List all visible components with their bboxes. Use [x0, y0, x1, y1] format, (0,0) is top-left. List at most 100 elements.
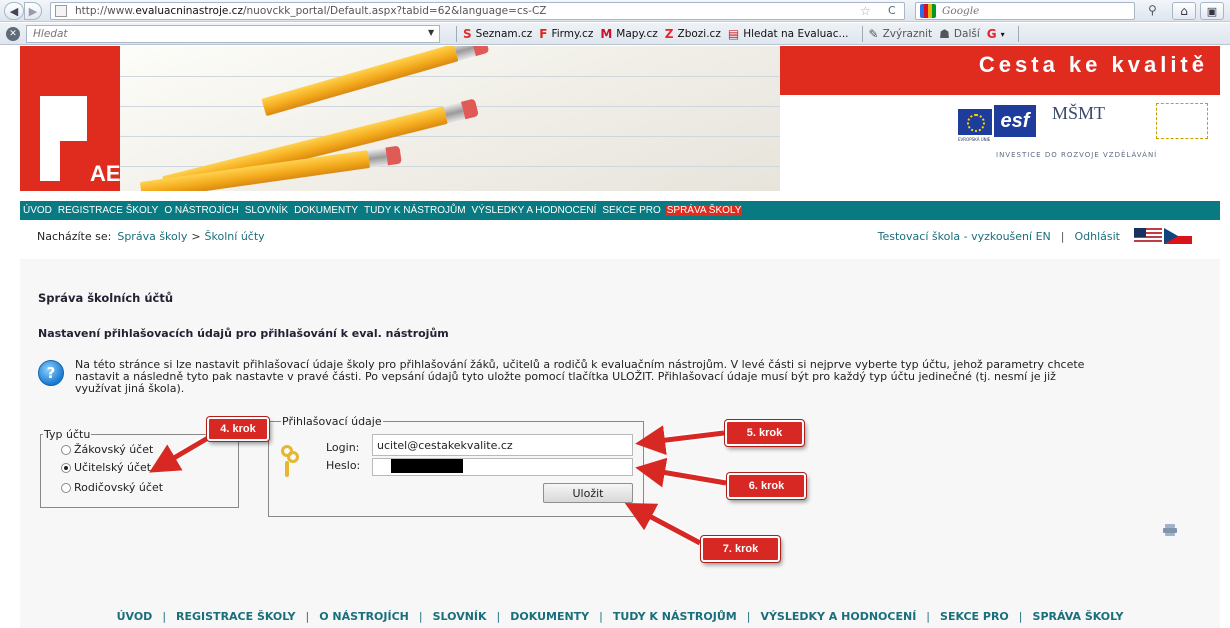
radio-label: Žákovský účet	[74, 443, 154, 456]
footer-link-o-nastrojich[interactable]: O NÁSTROJÍCH	[319, 610, 409, 623]
save-button[interactable]: Uložit	[543, 483, 633, 503]
footer-separator: |	[746, 609, 751, 623]
zbozi-icon: Z	[664, 27, 674, 41]
footer-separator: |	[162, 609, 167, 623]
logo-text: AE	[90, 161, 121, 186]
logo-shape	[40, 96, 87, 141]
login-input[interactable]	[372, 434, 633, 456]
annotation-step6: 6. krok	[727, 473, 806, 499]
print-icon[interactable]	[1163, 524, 1177, 536]
site-logo[interactable]: AE	[20, 46, 121, 191]
footer-separator: |	[305, 609, 310, 623]
toolbar-link-label: Seznam.cz	[475, 28, 533, 40]
footer-separator: |	[599, 609, 603, 623]
toolbar-tool-zvyraznit[interactable]: ✎ Zvýraznit	[869, 27, 933, 41]
menu-item-slovnik[interactable]: SLOVNÍK	[244, 205, 289, 216]
home-icon: ⌂	[1180, 4, 1188, 18]
url-text: http://www.evaluacninastroje.cz/nuovckk_…	[75, 5, 547, 17]
footer-link-dokumenty[interactable]: DOKUMENTY	[510, 610, 589, 623]
menu-item-vysledky[interactable]: VÝSLEDKY A HODNOCENÍ	[471, 205, 598, 216]
site-header: AE Cesta ke kvalitě esf MŠMT EVROPSKÁ UN…	[20, 46, 1220, 201]
menu-item-registrace[interactable]: REGISTRACE ŠKOLY	[57, 205, 159, 216]
breadcrumb-separator: >	[191, 229, 201, 243]
toolbar-link-seznam[interactable]: S Seznam.cz	[463, 27, 532, 41]
toolbar-link-label: Mapy.cz	[616, 28, 658, 40]
msmt-logo: MŠMT	[1052, 103, 1106, 123]
footer-link-registrace[interactable]: REGISTRACE ŠKOLY	[176, 610, 296, 623]
radio-button-selected[interactable]	[61, 462, 71, 473]
eu-caption: EVROPSKÁ UNIE	[958, 137, 991, 142]
radio-label: Rodičovský účet	[74, 481, 164, 494]
reload-icon[interactable]: C	[888, 4, 896, 17]
toolbar-link-mapy[interactable]: M Mapy.cz	[600, 27, 657, 41]
toolbar-link-zbozi[interactable]: Z Zbozi.cz	[665, 27, 721, 41]
toolbar-search-field[interactable]	[26, 25, 440, 43]
paper-line	[120, 136, 780, 137]
footer-link-vysledky[interactable]: VÝSLEDKY A HODNOCENÍ	[760, 610, 916, 623]
footer-link-slovnik[interactable]: SLOVNÍK	[433, 610, 487, 623]
web-search-box[interactable]: Google	[915, 2, 1135, 20]
toolbar-link-hledat[interactable]: ▤ Hledat na Evaluac...	[728, 27, 849, 41]
url-domain: evaluacninastroje.cz	[135, 5, 243, 17]
breadcrumb-link-sprava-skoly[interactable]: Správa školy	[117, 230, 187, 243]
section-subtitle: Nastavení přihlašovacích údajů pro přihl…	[38, 327, 449, 340]
op-logo	[1156, 103, 1208, 139]
toolbar-link-firmy[interactable]: F Firmy.cz	[539, 27, 593, 41]
search-magnifier-icon[interactable]: ⚲	[1148, 3, 1166, 19]
toolbar-g-button[interactable]: G ▾	[987, 27, 1005, 41]
main-menu: ÚVOD REGISTRACE ŠKOLY O NÁSTROJÍCH SLOVN…	[20, 201, 1220, 220]
password-redaction	[391, 459, 463, 473]
toolbar-links: S Seznam.cz F Firmy.cz M Mapy.cz Z Zbozi.cz …	[450, 26, 1025, 42]
menu-item-sekce-pro[interactable]: SEKCE PRO	[601, 205, 661, 216]
menu-item-uvod[interactable]: ÚVOD	[22, 205, 53, 216]
menu-item-sprava-skoly[interactable]: SPRÁVA ŠKOLY	[665, 205, 743, 216]
esf-logo: esf	[994, 105, 1036, 137]
forward-button[interactable]: ▶	[24, 2, 42, 20]
toolbar-search-input[interactable]	[33, 28, 413, 40]
mapy-icon: M	[600, 27, 613, 41]
annotation-step5: 5. krok	[725, 420, 804, 446]
toolbar-close-icon[interactable]: ✕	[6, 27, 20, 41]
address-bar[interactable]: http://www.evaluacninastroje.cz/nuovckk_…	[50, 2, 905, 20]
radio-ucitelsky[interactable]: Učitelský účet	[61, 461, 151, 474]
back-button[interactable]: ◀	[4, 2, 24, 20]
logout-link[interactable]: Odhlásit	[1074, 230, 1120, 243]
menu-item-tudy[interactable]: TUDY K NÁSTROJŮM	[363, 205, 467, 216]
back-arrow-icon: ◀	[9, 4, 19, 18]
paper-line	[120, 76, 780, 77]
footer-separator: |	[1018, 609, 1023, 623]
document-icon: ▤	[727, 27, 740, 41]
toolbar-tool-dalsi[interactable]: ☗ Další	[939, 27, 980, 41]
radio-button[interactable]	[61, 444, 71, 455]
toolbar-separator	[1017, 26, 1019, 42]
addon-button[interactable]: ▣	[1200, 2, 1224, 20]
toolbar-tool-label: Další	[953, 28, 980, 40]
keys-icon	[279, 445, 301, 479]
user-separator: |	[1060, 229, 1065, 243]
czech-flag-icon[interactable]	[1164, 228, 1192, 244]
url-prefix: http://www.	[75, 5, 136, 17]
english-flag-icon[interactable]	[1134, 228, 1162, 244]
investice-caption: INVESTICE DO ROZVOJE VZDĚLÁVÁNÍ	[996, 151, 1158, 159]
toolbar-dropdown-icon[interactable]: ▼	[428, 28, 434, 37]
menu-item-o-nastrojich[interactable]: O NÁSTROJÍCH	[163, 205, 239, 216]
menu-item-dokumenty[interactable]: DOKUMENTY	[293, 205, 359, 216]
footer-link-sprava-skoly[interactable]: SPRÁVA ŠKOLY	[1033, 610, 1124, 623]
login-legend: Přihlašovací údaje	[282, 415, 382, 428]
footer-link-uvod[interactable]: ÚVOD	[117, 610, 153, 623]
breadcrumb-label: Nacházíte se:	[37, 229, 112, 243]
seznam-toolbar: ✕ ▼ SSeznam.cz FFirmy.cz MMapy.cz ZZbozi…	[0, 23, 1230, 45]
radio-rodicovsky[interactable]: Rodičovský účet	[61, 481, 163, 494]
home-button[interactable]: ⌂	[1172, 2, 1196, 20]
footer-link-tudy[interactable]: TUDY K NÁSTROJŮM	[613, 610, 737, 623]
annotation-step7: 7. krok	[701, 536, 780, 562]
breadcrumb-link-skolni-ucty[interactable]: Školní účty	[205, 230, 265, 243]
radio-button[interactable]	[61, 482, 71, 493]
firmy-icon: F	[539, 27, 548, 41]
toolbar-separator	[861, 26, 863, 42]
radio-zakovsky[interactable]: Žákovský účet	[61, 443, 153, 456]
footer-link-sekce-pro[interactable]: SEKCE PRO	[940, 610, 1009, 623]
bookmark-star-icon[interactable]: ☆	[860, 4, 871, 18]
account-type-legend: Typ účtu	[44, 428, 91, 441]
school-name-link[interactable]: Testovací škola - vyzkoušení EN	[878, 230, 1051, 243]
